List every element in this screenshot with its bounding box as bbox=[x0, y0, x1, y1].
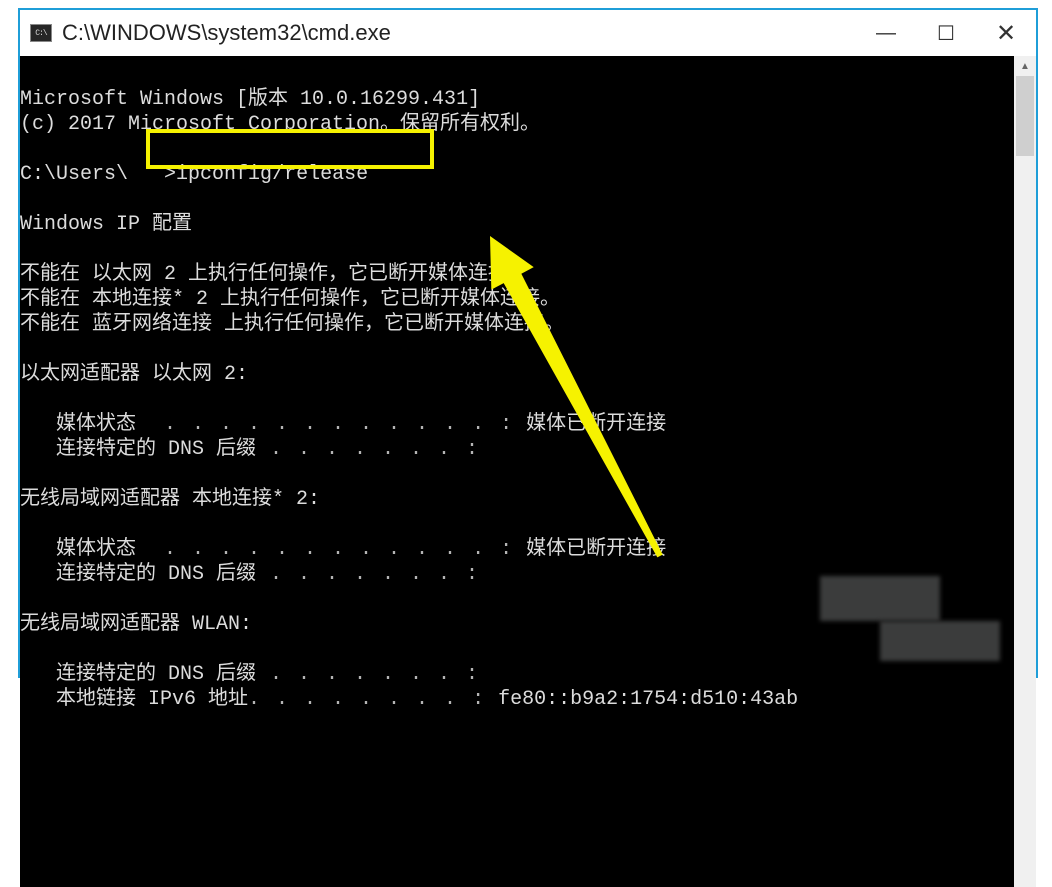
adapter-heading: 以太网适配器 以太网 2: bbox=[20, 363, 248, 386]
adapter-heading: 无线局域网适配器 本地连接* 2: bbox=[20, 488, 320, 511]
close-button[interactable]: ✕ bbox=[976, 10, 1036, 56]
window-controls: — ☐ ✕ bbox=[856, 10, 1036, 56]
ipv6-label: 本地链接 IPv6 地址 bbox=[20, 688, 248, 711]
copyright-line: (c) 2017 Microsoft Corporation。保留所有权利。 bbox=[20, 113, 540, 136]
window-title: C:\WINDOWS\system32\cmd.exe bbox=[62, 20, 856, 46]
prompt: C:\Users\ bbox=[20, 163, 128, 186]
error-line: 不能在 以太网 2 上执行任何操作，它已断开媒体连接。 bbox=[20, 263, 528, 286]
blur-censor bbox=[820, 576, 940, 621]
media-state-value: 媒体已断开连接 bbox=[526, 413, 666, 436]
dots: . . . . . . . : bbox=[256, 563, 480, 586]
version-line: Microsoft Windows [版本 10.0.16299.431] bbox=[20, 88, 480, 111]
maximize-button[interactable]: ☐ bbox=[916, 10, 976, 56]
dots: . . . . . . . : bbox=[256, 438, 480, 461]
media-state-label: 媒体状态 bbox=[20, 538, 136, 561]
ipv6-value: fe80::b9a2:1754:d510:43ab bbox=[498, 688, 798, 711]
terminal-area: Microsoft Windows [版本 10.0.16299.431] (c… bbox=[20, 56, 1036, 887]
dns-suffix-label: 连接特定的 DNS 后缀 bbox=[20, 663, 256, 686]
scrollbar[interactable]: ▲ bbox=[1014, 56, 1036, 887]
ip-config-header: Windows IP 配置 bbox=[20, 213, 192, 236]
media-state-label: 媒体状态 bbox=[20, 413, 136, 436]
scroll-thumb[interactable] bbox=[1016, 76, 1034, 156]
error-line: 不能在 本地连接* 2 上执行任何操作，它已断开媒体连接。 bbox=[20, 288, 560, 311]
cmd-icon: C:\ bbox=[30, 24, 52, 42]
dots: . . . . . . . . . . . . : bbox=[136, 413, 514, 436]
blur-censor bbox=[880, 621, 1000, 661]
dns-suffix-label: 连接特定的 DNS 后缀 bbox=[20, 438, 256, 461]
dots: . . . . . . . . : bbox=[248, 688, 486, 711]
terminal[interactable]: Microsoft Windows [版本 10.0.16299.431] (c… bbox=[20, 56, 1014, 887]
adapter-heading: 无线局域网适配器 WLAN: bbox=[20, 613, 252, 636]
minimize-button[interactable]: — bbox=[856, 10, 916, 56]
cmd-window: C:\ C:\WINDOWS\system32\cmd.exe — ☐ ✕ Mi… bbox=[18, 8, 1038, 678]
command-text: ipconfig/release bbox=[176, 163, 368, 186]
title-bar[interactable]: C:\ C:\WINDOWS\system32\cmd.exe — ☐ ✕ bbox=[20, 10, 1036, 56]
scroll-up-icon[interactable]: ▲ bbox=[1014, 56, 1036, 76]
dots: . . . . . . . : bbox=[256, 663, 480, 686]
media-state-value: 媒体已断开连接 bbox=[526, 538, 666, 561]
dots: . . . . . . . . . . . . : bbox=[136, 538, 514, 561]
error-line: 不能在 蓝牙网络连接 上执行任何操作，它已断开媒体连接。 bbox=[20, 313, 564, 336]
dns-suffix-label: 连接特定的 DNS 后缀 bbox=[20, 563, 256, 586]
